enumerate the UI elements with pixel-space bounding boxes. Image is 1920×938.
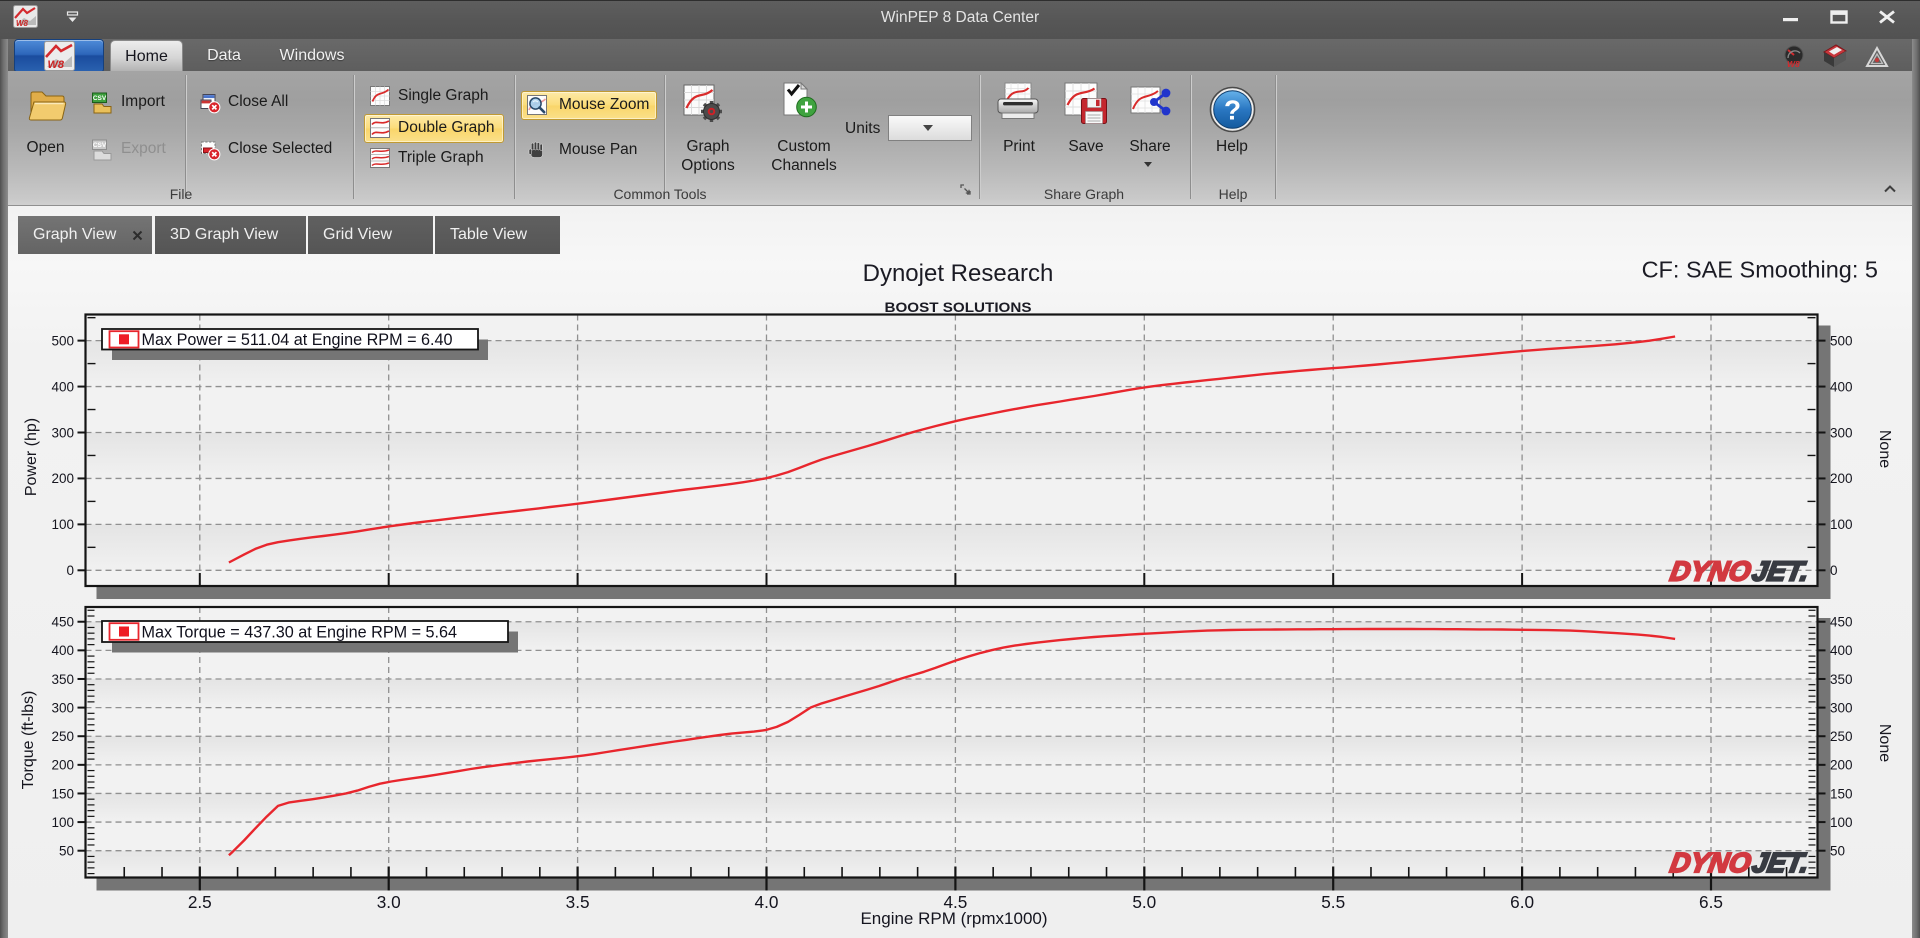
svg-text:150: 150 xyxy=(1830,786,1853,801)
svg-text:Engine RPM (rpmx1000): Engine RPM (rpmx1000) xyxy=(860,909,1047,928)
svg-text:0: 0 xyxy=(66,563,74,578)
svg-text:100: 100 xyxy=(51,815,74,830)
svg-text:50: 50 xyxy=(59,844,74,859)
svg-text:250: 250 xyxy=(1830,729,1853,744)
svg-text:450: 450 xyxy=(1830,615,1853,630)
svg-text:400: 400 xyxy=(1830,643,1853,658)
svg-text:CF: SAE Smoothing: 5: CF: SAE Smoothing: 5 xyxy=(1642,257,1878,283)
svg-text:0: 0 xyxy=(1830,563,1838,578)
svg-text:5.5: 5.5 xyxy=(1321,892,1345,912)
svg-text:400: 400 xyxy=(51,643,74,658)
svg-text:JET.: JET. xyxy=(1750,556,1811,587)
svg-text:6.0: 6.0 xyxy=(1510,892,1534,912)
svg-text:450: 450 xyxy=(51,615,74,630)
svg-text:500: 500 xyxy=(51,333,74,348)
svg-text:Power (hp): Power (hp) xyxy=(23,418,40,496)
svg-text:100: 100 xyxy=(1830,517,1853,532)
svg-text:250: 250 xyxy=(51,729,74,744)
svg-text:300: 300 xyxy=(51,425,74,440)
svg-text:JET.: JET. xyxy=(1750,847,1811,878)
svg-text:6.5: 6.5 xyxy=(1699,892,1723,912)
svg-text:None: None xyxy=(1876,724,1893,762)
svg-text:BOOST SOLUTIONS: BOOST SOLUTIONS xyxy=(885,299,1032,315)
svg-text:100: 100 xyxy=(51,517,74,532)
svg-text:400: 400 xyxy=(51,379,74,394)
svg-text:350: 350 xyxy=(1830,672,1853,687)
svg-text:100: 100 xyxy=(1830,815,1853,830)
svg-text:DYNO: DYNO xyxy=(1668,556,1754,587)
svg-text:4.0: 4.0 xyxy=(755,892,779,912)
svg-text:200: 200 xyxy=(1830,471,1853,486)
svg-text:300: 300 xyxy=(1830,425,1853,440)
svg-text:3.5: 3.5 xyxy=(566,892,590,912)
svg-text:500: 500 xyxy=(1830,333,1853,348)
svg-text:Dynojet Research: Dynojet Research xyxy=(863,260,1054,287)
svg-text:200: 200 xyxy=(1830,758,1853,773)
svg-text:Max Torque = 437.30 at Engine: Max Torque = 437.30 at Engine RPM = 5.64 xyxy=(142,623,458,641)
svg-text:DYNO: DYNO xyxy=(1668,847,1754,878)
svg-text:3.0: 3.0 xyxy=(377,892,401,912)
svg-text:50: 50 xyxy=(1830,844,1845,859)
svg-text:150: 150 xyxy=(51,786,74,801)
svg-text:200: 200 xyxy=(51,758,74,773)
svg-text:5.0: 5.0 xyxy=(1132,892,1156,912)
svg-text:400: 400 xyxy=(1830,379,1853,394)
svg-text:None: None xyxy=(1876,430,1893,468)
svg-text:300: 300 xyxy=(1830,700,1853,715)
svg-text:2.5: 2.5 xyxy=(188,892,212,912)
svg-text:350: 350 xyxy=(51,672,74,687)
svg-text:200: 200 xyxy=(51,471,74,486)
svg-text:Max Power = 511.04 at Engine R: Max Power = 511.04 at Engine RPM = 6.40 xyxy=(142,331,453,349)
svg-text:Torque (ft-lbs): Torque (ft-lbs) xyxy=(20,691,37,790)
svg-text:300: 300 xyxy=(51,700,74,715)
